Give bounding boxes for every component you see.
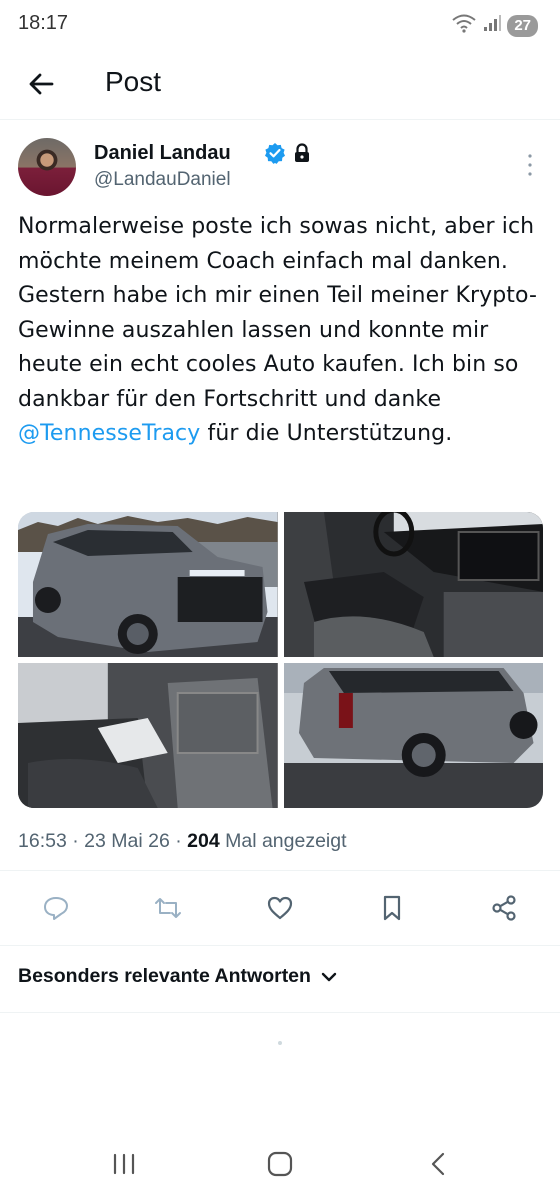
meta-separator: · — [169, 830, 188, 852]
views-label: Mal angezeigt — [219, 830, 347, 852]
photo-suv-front[interactable] — [18, 512, 278, 657]
post-meta: 16:53 · 23 Mai 26 · 204 Mal angezeigt — [18, 830, 347, 853]
recent-apps-icon — [113, 1153, 135, 1175]
author-display-name[interactable]: Daniel Landau — [94, 142, 231, 165]
arrow-left-icon — [29, 73, 54, 95]
recent-apps-button[interactable] — [102, 1146, 146, 1182]
chevron-left-icon — [431, 1152, 445, 1176]
heart-icon — [267, 896, 293, 920]
status-bar: 18:17 27 — [0, 0, 560, 48]
verified-badge-icon — [264, 142, 286, 164]
meta-separator: · — [66, 830, 85, 852]
more-vertical-icon — [528, 154, 532, 176]
battery-indicator: 27 — [507, 14, 538, 37]
loading-indicator — [278, 1041, 282, 1045]
post-author: Daniel Landau @LandauDaniel — [18, 138, 542, 198]
post-screen: 18:17 27 Post Daniel Landau @LandauDanie… — [0, 0, 560, 1200]
repost-icon — [155, 898, 181, 918]
bookmark-icon — [383, 895, 401, 921]
author-handle[interactable]: @LandauDaniel — [94, 169, 231, 191]
lock-icon — [293, 143, 311, 163]
divider — [0, 1012, 560, 1013]
app-header: Post — [0, 50, 560, 120]
back-button[interactable] — [22, 64, 62, 104]
photo-interior-dashboard[interactable] — [283, 512, 543, 657]
like-button[interactable] — [260, 890, 300, 926]
bookmark-button[interactable] — [372, 890, 412, 926]
repost-button[interactable] — [148, 890, 188, 926]
home-button[interactable] — [258, 1146, 302, 1182]
divider — [0, 870, 560, 871]
post-time[interactable]: 16:53 — [18, 830, 67, 852]
home-icon — [267, 1151, 293, 1177]
share-button[interactable] — [484, 890, 524, 926]
system-back-button[interactable] — [416, 1146, 460, 1182]
post-text-body: Normalerweise poste ich sowas nicht, abe… — [18, 214, 538, 412]
post-date[interactable]: 23 Mai 26 — [84, 830, 170, 852]
mention-link[interactable]: @TennesseTracy — [18, 421, 200, 446]
media-grid — [18, 512, 543, 808]
photo-suv-rear[interactable] — [283, 663, 543, 808]
reply-icon — [44, 897, 68, 920]
signal-icon — [483, 14, 502, 37]
photo-rear-seats[interactable] — [18, 663, 278, 808]
post-text: Normalerweise poste ich sowas nicht, abe… — [18, 210, 544, 452]
post-actions — [0, 890, 560, 930]
replies-sort-label: Besonders relevante Antworten — [18, 965, 311, 987]
status-icons: 27 — [451, 13, 538, 38]
views-count: 204 — [187, 830, 220, 852]
system-nav-bar — [0, 1128, 560, 1200]
chevron-down-icon — [321, 972, 337, 981]
divider — [0, 945, 560, 946]
wifi-icon — [451, 13, 477, 38]
reply-button[interactable] — [36, 890, 76, 926]
share-icon — [492, 895, 516, 921]
page-title: Post — [105, 66, 162, 97]
status-time: 18:17 — [18, 12, 69, 34]
more-options-button[interactable] — [518, 150, 542, 180]
replies-sort-dropdown[interactable]: Besonders relevante Antworten — [18, 965, 337, 988]
post-text-tail: für die Unterstützung. — [200, 421, 453, 446]
avatar[interactable] — [18, 138, 76, 196]
